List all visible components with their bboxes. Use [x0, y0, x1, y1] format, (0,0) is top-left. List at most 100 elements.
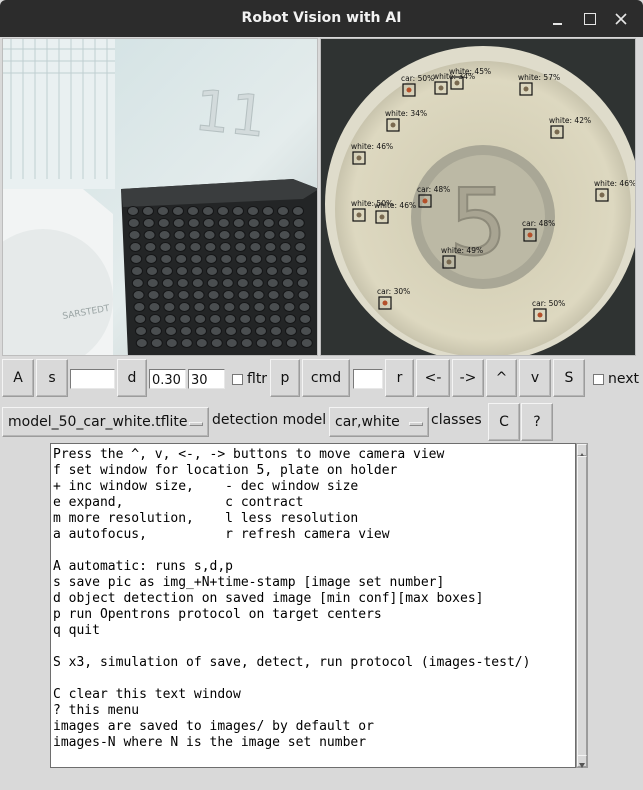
tip-hole: [266, 278, 279, 288]
tip-hole: [294, 242, 307, 252]
minimize-icon[interactable]: [548, 9, 568, 29]
next-checkbox-box[interactable]: [593, 373, 604, 385]
automatic-button[interactable]: A: [2, 359, 34, 397]
tip-hole: [209, 314, 222, 324]
image-set-input[interactable]: [70, 369, 115, 389]
tip-hole: [238, 302, 251, 312]
detect-button[interactable]: d: [117, 359, 147, 397]
camera-image-right: 5 car: 50% white: 34% white: 45% white: 57%…: [321, 39, 635, 355]
clear-text-button[interactable]: C: [488, 403, 520, 441]
filter-checkbox[interactable]: fltr: [232, 369, 267, 389]
tip-hole: [129, 242, 142, 252]
window-title: Robot Vision with AI: [241, 10, 402, 26]
tip-hole: [262, 218, 275, 228]
help-line: S x3, simulation of save, detect, run pr…: [53, 655, 531, 670]
close-icon[interactable]: [611, 9, 631, 29]
protocol-button[interactable]: p: [270, 359, 300, 397]
tip-hole: [236, 278, 249, 288]
tip-hole: [240, 338, 253, 348]
tip-hole: [135, 338, 148, 348]
next-checkbox[interactable]: next: [593, 369, 639, 389]
tip-hole: [164, 314, 177, 324]
tip-hole: [158, 230, 171, 240]
tip-hole: [202, 218, 215, 228]
tip-hole: [223, 302, 236, 312]
tip-hole: [219, 242, 232, 252]
help-line: images-N where N is the image set number: [53, 735, 367, 750]
cmd-button[interactable]: cmd: [302, 359, 350, 397]
move-down-button[interactable]: v: [519, 359, 551, 397]
classes-select-indicator-icon: [409, 422, 423, 426]
filter-label: fltr: [247, 371, 268, 387]
detection-label: white: 42%: [549, 116, 591, 125]
cmd-input[interactable]: [353, 369, 383, 389]
refresh-button[interactable]: r: [385, 359, 414, 397]
text-scrollbar[interactable]: [576, 443, 588, 768]
tip-hole: [218, 230, 231, 240]
help-line: [51, 639, 575, 655]
save-button[interactable]: s: [36, 359, 68, 397]
scrollbar-thumb[interactable]: [577, 456, 587, 756]
tip-hole: [285, 338, 298, 348]
tip-hole: [130, 254, 143, 264]
min-conf-input[interactable]: 0.30: [149, 369, 186, 389]
tip-hole: [233, 230, 246, 240]
detection-label: white: 46%: [351, 142, 393, 151]
detection-label: white: 46%: [374, 201, 416, 210]
tip-hole: [280, 254, 293, 264]
tip-hole: [131, 278, 144, 288]
tip-hole: [248, 230, 261, 240]
tip-hole: [180, 338, 193, 348]
tip-hole: [147, 290, 160, 300]
tip-hole: [177, 290, 190, 300]
help-line: a autofocus, r refresh camera view: [53, 527, 390, 542]
tip-hole: [165, 326, 177, 336]
tip-hole: [143, 230, 156, 240]
tip-hole: [172, 206, 184, 216]
classes-select[interactable]: car,white: [329, 407, 429, 437]
help-button[interactable]: ?: [521, 403, 553, 441]
tip-hole: [279, 242, 292, 252]
tip-hole: [176, 278, 189, 288]
tip-hole: [131, 266, 143, 276]
tip-hole: [281, 278, 294, 288]
tip-hole: [157, 218, 170, 228]
model-select-indicator-icon: [189, 422, 203, 426]
move-up-button[interactable]: ^: [486, 359, 517, 397]
tip-hole: [220, 254, 233, 264]
move-right-button[interactable]: ->: [452, 359, 484, 397]
tip-hole: [134, 314, 147, 324]
position-number-text: 11: [192, 78, 270, 150]
tip-hole: [176, 266, 188, 276]
tip-hole: [173, 230, 186, 240]
tip-hole: [277, 218, 290, 228]
max-boxes-input[interactable]: 30: [188, 369, 225, 389]
tip-hole: [205, 254, 218, 264]
help-line: d object detection on saved image [min c…: [53, 591, 484, 606]
tip-hole: [132, 290, 145, 300]
tip-hole: [297, 290, 310, 300]
help-line: C clear this text window: [53, 687, 241, 702]
tip-hole: [263, 230, 276, 240]
tip-hole: [194, 314, 207, 324]
help-line: s save pic as img_+N+time-stamp [image s…: [53, 575, 445, 590]
tip-hole: [284, 314, 297, 324]
tip-hole: [157, 206, 169, 216]
move-left-button[interactable]: <-: [416, 359, 450, 397]
model-select[interactable]: model_50_car_white.tflite: [2, 407, 209, 437]
help-line: q quit: [53, 623, 100, 638]
tip-hole: [299, 314, 312, 324]
detection-label: white: 34%: [385, 109, 427, 118]
scroll-up-arrow-icon[interactable]: [577, 444, 587, 458]
tip-hole: [217, 206, 229, 216]
filter-checkbox-box[interactable]: [232, 373, 243, 385]
maximize-icon[interactable]: [580, 9, 600, 29]
next-label: next: [608, 371, 640, 387]
scroll-down-arrow-icon[interactable]: [577, 755, 587, 768]
simulation-button[interactable]: S: [553, 359, 585, 397]
tip-hole: [264, 242, 277, 252]
output-text-area[interactable]: Press the ^, v, <-, -> buttons to move c…: [50, 443, 576, 768]
tip-hole: [208, 302, 221, 312]
tip-hole: [188, 230, 201, 240]
tip-hole: [128, 230, 141, 240]
